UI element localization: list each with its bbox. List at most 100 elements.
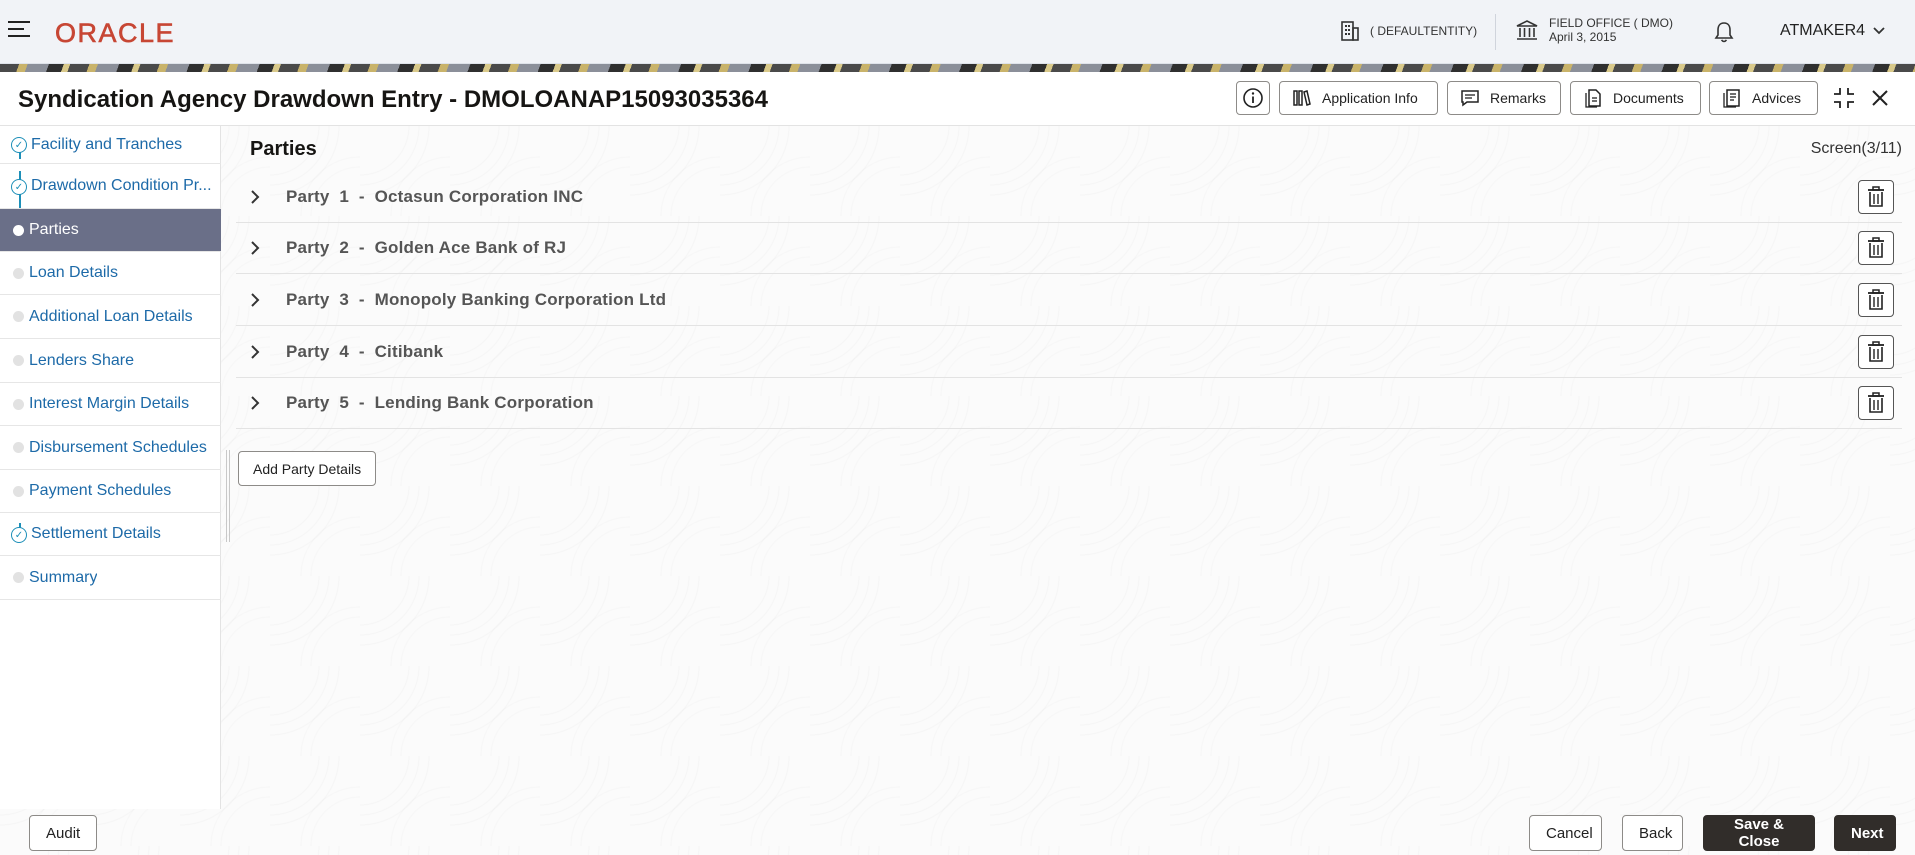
trash-icon [1868,392,1884,413]
app-header: ORACLE ( DEFAULTENTITY) FIELD OFFICE ( D… [0,0,1915,64]
chevron-down-icon [1873,27,1885,35]
sidebar-item-facility-and-tranches[interactable]: ✓ Facility and Tranches [0,126,221,164]
delete-party-button[interactable] [1858,335,1894,369]
sidebar-item-drawdown-condition[interactable]: ✓ Drawdown Condition Pr... [0,164,221,209]
trash-icon [1868,341,1884,362]
party-label: Party 5 - Lending Bank Corporation [286,393,594,412]
party-row[interactable]: Party 2 - Golden Ace Bank of RJ [236,223,1902,274]
trash-icon [1868,289,1884,310]
add-party-details-button[interactable]: Add Party Details [238,451,377,486]
step-dot-icon [13,225,24,236]
step-dot-icon [13,486,24,497]
entity-label: ( DEFAULTENTITY) [1370,24,1478,38]
sidebar-item-loan-details[interactable]: Loan Details [0,252,221,295]
sidebar-resize-handle[interactable] [226,450,230,542]
step-dot-icon [13,442,24,453]
check-circle-icon: ✓ [11,137,27,153]
sidebar-item-label: Lenders Share [29,351,134,369]
chevron-right-icon[interactable] [250,241,274,255]
step-dot-icon [13,572,24,583]
info-icon [1243,88,1263,108]
party-row[interactable]: Party 5 - Lending Bank Corporation [236,378,1902,429]
remarks-label: Remarks [1490,90,1547,106]
sidebar-item-disbursement-schedules[interactable]: Disbursement Schedules [0,426,221,470]
party-label: Party 3 - Monopoly Banking Corporation L… [286,290,667,309]
branch-selector[interactable]: FIELD OFFICE ( DMO) April 3, 2015 [1515,16,1673,44]
sidebar-item-payment-schedules[interactable]: Payment Schedules [0,470,221,513]
sidebar-item-interest-margin-details[interactable]: Interest Margin Details [0,383,221,426]
title-bar: Syndication Agency Drawdown Entry - DMOL… [0,72,1915,126]
entity-selector[interactable]: ( DEFAULTENTITY) [1340,20,1477,42]
step-sidebar: ✓ Facility and Tranches ✓ Drawdown Condi… [0,126,221,809]
header-divider [1495,14,1496,50]
party-row[interactable]: Party 4 - Citibank [236,327,1902,378]
maximize-button[interactable] [1830,84,1858,112]
chevron-right-icon[interactable] [250,190,274,204]
step-dot-icon [13,355,24,366]
sidebar-item-additional-loan-details[interactable]: Additional Loan Details [0,295,221,339]
trash-icon [1868,237,1884,258]
sidebar-item-label: Parties [29,221,79,238]
branch-name: FIELD OFFICE ( DMO) [1549,16,1673,30]
maximize-icon [1834,88,1854,108]
documents-label: Documents [1613,90,1684,106]
footer-bar: Audit Cancel Back Save & Close Next [0,809,1915,855]
cancel-button[interactable]: Cancel [1529,815,1602,851]
chevron-right-icon[interactable] [250,396,274,410]
check-circle-icon: ✓ [11,179,27,195]
step-dot-icon [13,268,24,279]
section-title: Parties [250,138,317,160]
bank-icon [1516,20,1538,40]
user-name: ATMAKER4 [1780,22,1866,39]
party-label: Party 1 - Octasun Corporation INC [286,187,584,206]
check-circle-icon: ✓ [11,527,27,543]
close-button[interactable] [1866,84,1894,112]
sidebar-item-label: Loan Details [29,264,118,281]
party-row[interactable]: Party 3 - Monopoly Banking Corporation L… [236,275,1902,326]
decorative-banner [0,64,1915,72]
advices-label: Advices [1752,90,1802,106]
sidebar-item-summary[interactable]: Summary [0,556,221,600]
comment-icon [1461,90,1479,107]
trash-icon [1868,186,1884,207]
hamburger-menu-icon[interactable] [8,21,30,39]
delete-party-button[interactable] [1858,180,1894,214]
save-and-close-button[interactable]: Save & Close [1703,815,1815,851]
branch-date: April 3, 2015 [1549,30,1617,44]
advices-button[interactable]: Advices [1709,81,1818,115]
advice-document-icon [1723,89,1740,108]
sidebar-item-label: Drawdown Condition Pr... [31,177,212,194]
notification-bell-icon[interactable] [1713,20,1735,44]
building-icon [1341,21,1359,41]
documents-button[interactable]: Documents [1570,81,1701,115]
delete-party-button[interactable] [1858,283,1894,317]
info-button[interactable] [1236,81,1270,115]
delete-party-button[interactable] [1858,231,1894,265]
application-info-label: Application Info [1322,90,1418,106]
close-icon [1872,90,1888,106]
user-menu[interactable]: ATMAKER4 [1780,22,1885,40]
document-icon [1585,89,1601,108]
sidebar-item-label: Disbursement Schedules [29,438,207,456]
sidebar-item-settlement-details[interactable]: ✓ Settlement Details [0,513,221,556]
remarks-button[interactable]: Remarks [1447,81,1561,115]
audit-button[interactable]: Audit [29,815,98,851]
chevron-right-icon[interactable] [250,345,274,359]
sidebar-item-parties[interactable]: Parties [0,209,221,252]
page-title: Syndication Agency Drawdown Entry - DMOL… [18,86,768,113]
step-dot-icon [13,311,24,322]
library-icon [1293,90,1311,106]
sidebar-item-label: Summary [29,568,98,586]
step-dot-icon [13,399,24,410]
sidebar-item-lenders-share[interactable]: Lenders Share [0,339,221,383]
party-row[interactable]: Party 1 - Octasun Corporation INC [236,172,1902,223]
oracle-logo: ORACLE [55,18,176,49]
sidebar-item-label: Interest Margin Details [29,395,190,412]
sidebar-item-label: Facility and Tranches [31,135,183,153]
chevron-right-icon[interactable] [250,293,274,307]
delete-party-button[interactable] [1858,386,1894,420]
sidebar-item-label: Settlement Details [31,525,161,542]
back-button[interactable]: Back [1622,815,1683,851]
next-button[interactable]: Next [1834,815,1896,851]
application-info-button[interactable]: Application Info [1279,81,1438,115]
